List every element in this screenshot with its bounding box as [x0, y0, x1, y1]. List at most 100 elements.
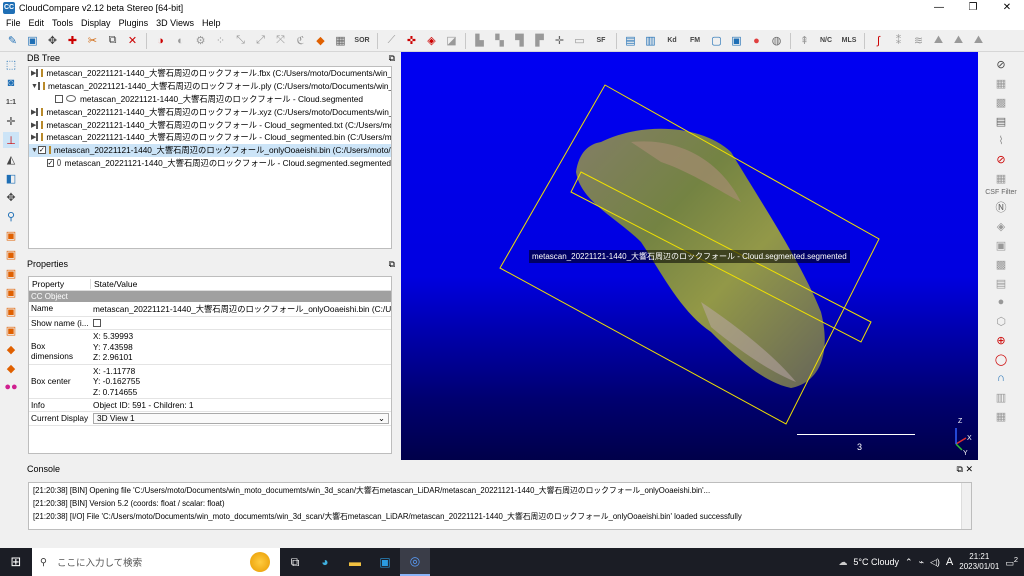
tree-item[interactable]: ▶ metascan_20221121-1440_大響石周辺のロックフォール - …: [29, 118, 391, 131]
compass2-icon[interactable]: ⊘: [993, 151, 1009, 167]
globe-icon[interactable]: ◍: [768, 32, 785, 49]
top-view-icon[interactable]: ▣: [3, 227, 19, 243]
file-explorer-icon[interactable]: ▬: [340, 548, 370, 576]
chevron-down-icon[interactable]: ▼: [31, 83, 38, 90]
maximize-button[interactable]: ❐: [956, 0, 990, 15]
windows-start-icon[interactable]: ⊞: [0, 548, 32, 576]
scale-icon[interactable]: ◪: [443, 32, 460, 49]
clock[interactable]: 21:21 2023/01/01: [959, 552, 999, 572]
task-view-icon[interactable]: ⧉: [280, 548, 310, 576]
left-view-icon[interactable]: ▣: [3, 265, 19, 281]
stats-icon[interactable]: ▚: [491, 32, 508, 49]
mountain-icon[interactable]: ⛰: [930, 32, 947, 49]
srf-icon[interactable]: ▦: [993, 408, 1009, 424]
resample-icon[interactable]: ⤡: [232, 32, 249, 49]
hough-icon[interactable]: ◈: [993, 218, 1009, 234]
chevron-down-icon[interactable]: ▼: [31, 147, 38, 154]
show-name-checkbox[interactable]: [93, 319, 101, 327]
notification-icon[interactable]: ▭2: [1005, 555, 1018, 569]
cloudcompare-taskbar-icon[interactable]: ◎: [400, 548, 430, 576]
create-icon[interactable]: ▤: [622, 32, 639, 49]
mountain2-icon[interactable]: ⛰: [950, 32, 967, 49]
cross-section-icon[interactable]: ⤢: [252, 32, 269, 49]
visibility-checkbox[interactable]: [36, 120, 39, 129]
register-icon[interactable]: ⤧: [272, 32, 289, 49]
menu-plugins[interactable]: Plugins: [115, 18, 153, 28]
pivot-icon[interactable]: ⊥: [3, 132, 19, 148]
menu-display[interactable]: Display: [77, 18, 115, 28]
tree-item[interactable]: ▼ ✓ metascan_20221121-1440_大響石周辺のロックフォール_o…: [29, 143, 391, 157]
distance-icon[interactable]: ▜: [511, 32, 528, 49]
nc-button[interactable]: N/C: [816, 32, 836, 49]
store-icon[interactable]: ▣: [370, 548, 400, 576]
classify-icon[interactable]: ▥: [642, 32, 659, 49]
3d-view[interactable]: metascan_20221121-1440_大響石周辺のロックフォール - C…: [401, 52, 978, 460]
visibility-checkbox[interactable]: [37, 82, 40, 91]
sor-filter-button[interactable]: SOR: [352, 32, 372, 49]
mesh-icon[interactable]: ◆: [312, 32, 329, 49]
canupo-icon[interactable]: ▩: [993, 94, 1009, 110]
merge-icon[interactable]: ✚: [64, 32, 81, 49]
layer-icon[interactable]: ▣: [728, 32, 745, 49]
kd-tree-button[interactable]: Kd: [662, 32, 682, 49]
chevron-up-icon[interactable]: ⌃: [905, 557, 913, 568]
undock-icon[interactable]: ⧉: [389, 259, 395, 270]
right-view-icon[interactable]: ▣: [3, 303, 19, 319]
subsample-icon[interactable]: ⁘: [212, 32, 229, 49]
iso-front-icon[interactable]: ◆: [3, 341, 19, 357]
cc-icon[interactable]: ℭ: [292, 32, 309, 49]
save-icon[interactable]: ▣: [24, 32, 41, 49]
compass-icon[interactable]: ⊘: [993, 56, 1009, 72]
open-icon[interactable]: ✎: [4, 32, 21, 49]
n-icon[interactable]: Ⓝ: [993, 199, 1009, 215]
back-view-icon[interactable]: ▣: [3, 284, 19, 300]
wave-icon[interactable]: ≋: [910, 32, 927, 49]
close-button[interactable]: ✕: [990, 0, 1024, 15]
raster-icon[interactable]: ▦: [993, 75, 1009, 91]
normal-vector-icon[interactable]: ⇞: [796, 32, 813, 49]
mountain3-icon[interactable]: ⛰: [970, 32, 987, 49]
visibility-checkbox[interactable]: [36, 133, 39, 142]
rotate-icon[interactable]: ◈: [423, 32, 440, 49]
search-highlight-sun-icon[interactable]: [250, 552, 270, 572]
color-wheel-icon[interactable]: ●: [748, 32, 765, 49]
tree-item[interactable]: ▶ metascan_20221121-1440_大響石周辺のロックフォール.xy…: [29, 105, 391, 118]
taskbar-search-box[interactable]: ⚲ ここに入力して検索: [32, 548, 280, 576]
csf-filter-icon[interactable]: ▦: [993, 170, 1009, 186]
visibility-checkbox[interactable]: [36, 107, 39, 116]
mls-button[interactable]: MLS: [839, 32, 859, 49]
ransac-icon[interactable]: ▤: [993, 275, 1009, 291]
undock-icon[interactable]: ⧉ ✕: [957, 464, 973, 475]
visibility-checkbox[interactable]: [55, 94, 63, 103]
point-pick-icon[interactable]: ✛: [551, 32, 568, 49]
iso-back-icon[interactable]: ◆: [3, 360, 19, 376]
brush-icon[interactable]: ⌇: [993, 132, 1009, 148]
circle-icon[interactable]: ●: [993, 294, 1009, 310]
label-icon[interactable]: ▭: [571, 32, 588, 49]
film-icon[interactable]: ▤: [993, 113, 1009, 129]
edge-browser-icon[interactable]: ◕: [310, 548, 340, 576]
clone-icon[interactable]: ✥: [44, 32, 61, 49]
menu-help[interactable]: Help: [198, 18, 225, 28]
ime-indicator[interactable]: A: [946, 556, 953, 568]
zoom-icon[interactable]: ⚲: [3, 208, 19, 224]
sample-icon[interactable]: ⚙: [192, 32, 209, 49]
scalar-field-button[interactable]: SF: [591, 32, 611, 49]
facets-icon[interactable]: ⬡: [993, 313, 1009, 329]
tree-item[interactable]: ▶ metascan_20221121-1440_大響石周辺のロックフォール.fb…: [29, 67, 391, 80]
perspective-icon[interactable]: ◭: [3, 151, 19, 167]
center-icon[interactable]: ✛: [3, 113, 19, 129]
color-icon[interactable]: ◑: [152, 32, 169, 49]
noise-icon[interactable]: ▦: [332, 32, 349, 49]
scissors-icon[interactable]: ⧉: [104, 32, 121, 49]
bottom-view-icon[interactable]: ▣: [3, 322, 19, 338]
stereo-icon[interactable]: ●●: [3, 379, 19, 395]
undock-icon[interactable]: ⧉: [389, 53, 395, 64]
plane-icon[interactable]: ⟋: [383, 32, 400, 49]
current-display-select[interactable]: 3D View 1 ⌄: [93, 413, 389, 424]
network-icon[interactable]: ⌁: [919, 557, 924, 568]
tree-item[interactable]: ▼ metascan_20221121-1440_大響石周辺のロックフォール.pl…: [29, 80, 391, 93]
histogram-icon[interactable]: ▙: [471, 32, 488, 49]
visibility-checkbox[interactable]: ✓: [46, 158, 55, 167]
minimize-button[interactable]: —: [922, 0, 956, 15]
